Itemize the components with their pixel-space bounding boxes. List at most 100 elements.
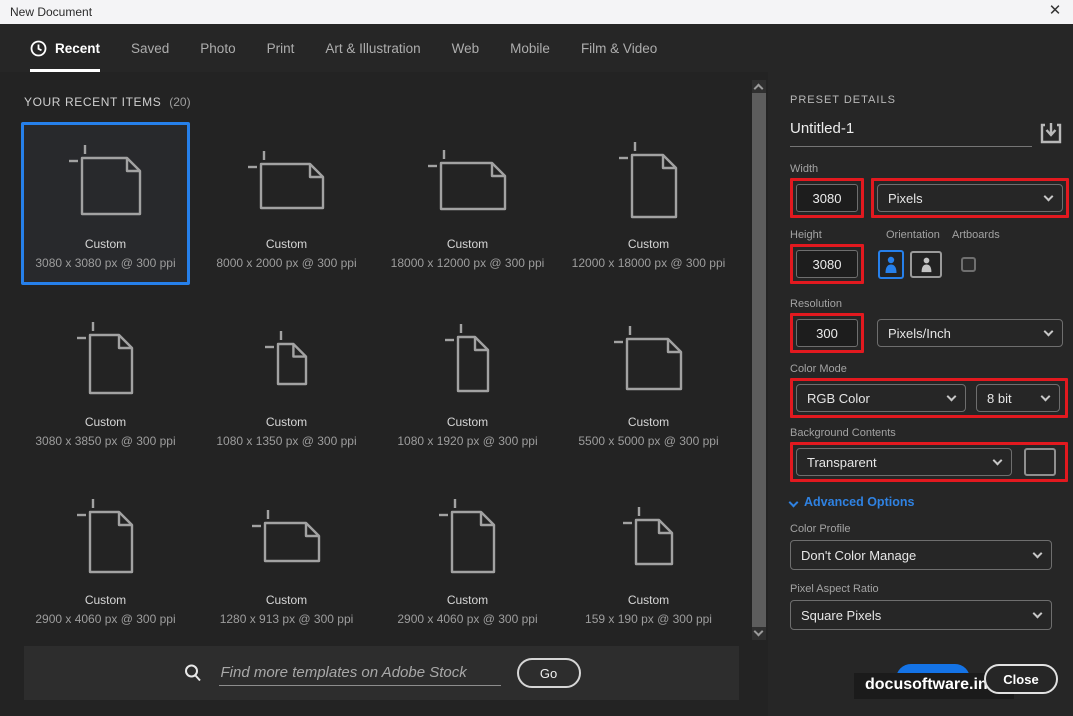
pixel-aspect-ratio-label: Pixel Aspect Ratio [790,583,879,595]
document-icon-wrap [386,125,549,237]
scroll-up-icon[interactable] [753,83,764,94]
recent-item-name: Custom [84,415,127,429]
recent-item-dimensions: 1080 x 1350 px @ 300 ppi [216,434,357,448]
document-icon [618,142,677,219]
recent-item[interactable]: Custom 3080 x 3850 px @ 300 ppi [21,300,190,463]
resolution-unit-dropdown[interactable]: Pixels/Inch [877,319,1063,347]
document-icon-wrap [24,303,187,415]
tab-label: Saved [131,40,170,56]
recent-item[interactable]: Custom 18000 x 12000 px @ 300 ppi [383,122,552,285]
recent-item-dimensions: 1080 x 1920 px @ 300 ppi [397,434,538,448]
tab-web[interactable]: Web [452,24,480,72]
recent-item-dimensions: 8000 x 2000 px @ 300 ppi [216,256,357,270]
recent-item[interactable]: Custom 1080 x 1920 px @ 300 ppi [383,300,552,463]
recent-item-name: Custom [265,237,308,251]
tab-recent[interactable]: Recent [30,24,101,72]
document-icon-wrap [205,481,368,593]
document-icon [613,326,682,391]
recent-item[interactable]: Custom 159 x 190 px @ 300 ppi [564,478,733,641]
recent-item-name: Custom [446,593,489,607]
width-input[interactable] [796,184,858,212]
preset-grid: Custom 3080 x 3080 px @ 300 ppi Custom 8000… [21,122,768,641]
color-profile-dropdown[interactable]: Don't Color Manage [790,540,1052,570]
recent-item-dimensions: 3080 x 3850 px @ 300 ppi [35,434,176,448]
adobe-stock-search-bar: Go [24,646,739,700]
recent-item-dimensions: 3080 x 3080 px @ 300 ppi [35,256,176,270]
height-input[interactable] [796,250,858,278]
chevron-down-icon [1040,391,1051,402]
stock-search-input[interactable] [218,660,501,686]
color-mode-dropdown[interactable]: RGB Color [796,384,966,412]
document-icon-wrap [24,125,187,237]
vertical-scrollbar[interactable] [752,80,766,640]
advanced-options-toggle[interactable]: Advanced Options [788,495,1073,509]
chevron-down-icon [788,497,799,507]
highlight-box: Pixels [871,178,1069,218]
recent-items-count: (20) [169,95,191,109]
document-icon-wrap [567,125,730,237]
recent-item[interactable]: Custom 1280 x 913 px @ 300 ppi [202,478,371,641]
chevron-down-icon [946,391,957,402]
chevron-down-icon [992,455,1003,466]
chevron-down-icon [1043,191,1054,202]
bit-depth-dropdown[interactable]: 8 bit [976,384,1060,412]
tab-saved[interactable]: Saved [131,24,169,72]
document-icon [68,145,141,216]
orientation-label: Orientation [886,229,940,241]
save-preset-icon[interactable] [1038,120,1064,146]
recent-item[interactable]: Custom 3080 x 3080 px @ 300 ppi [21,122,190,285]
document-icon [444,324,489,393]
window-close-icon[interactable]: ✕ [1047,3,1063,19]
recent-item[interactable]: Custom 1080 x 1350 px @ 300 ppi [202,300,371,463]
unit-dropdown[interactable]: Pixels [877,184,1063,212]
highlight-box [790,313,864,353]
document-icon-wrap [386,481,549,593]
new-document-dialog: New Document ✕ Recent Saved Photo Print Art … [0,0,1073,716]
scrollbar-thumb[interactable] [752,93,766,627]
document-icon-wrap [386,303,549,415]
chevron-down-icon [1032,548,1043,559]
recent-item-dimensions: 1280 x 913 px @ 300 ppi [219,612,354,626]
orientation-landscape-button[interactable] [910,250,942,278]
background-contents-dropdown[interactable]: Transparent [796,448,1012,476]
highlight-box: Transparent [790,442,1068,482]
recent-item[interactable]: Custom 2900 x 4060 px @ 300 ppi [21,478,190,641]
recent-item-dimensions: 159 x 190 px @ 300 ppi [585,612,712,626]
scroll-down-icon[interactable] [753,626,764,637]
recent-item[interactable]: Custom 12000 x 18000 px @ 300 ppi [564,122,733,285]
tab-label: Mobile [510,40,550,56]
tab-mobile[interactable]: Mobile [510,24,550,72]
pixel-aspect-ratio-dropdown[interactable]: Square Pixels [790,600,1052,630]
recent-item-name: Custom [446,415,489,429]
recent-item[interactable]: Custom 2900 x 4060 px @ 300 ppi [383,478,552,641]
document-name-field[interactable]: Untitled-1 [790,120,1032,147]
tab-art-illustration[interactable]: Art & Illustration [325,24,420,72]
recent-item-name: Custom [627,237,670,251]
recent-items-pane: YOUR RECENT ITEMS (20) Custom 3080 x 3080… [0,72,768,716]
close-button[interactable]: Close [984,664,1058,694]
tab-film-video[interactable]: Film & Video [581,24,657,72]
resolution-input[interactable] [796,319,858,347]
width-label: Width [790,163,819,175]
document-icon [438,499,495,574]
orientation-portrait-button[interactable] [878,249,904,279]
landscape-icon [921,257,931,272]
document-icon [251,510,320,563]
tab-print[interactable]: Print [267,24,295,72]
tab-label: Print [266,40,295,56]
preset-details-panel: PRESET DETAILS Untitled-1 Width 3080 Pix… [768,72,1073,716]
go-button[interactable]: Go [516,658,581,688]
resolution-label: Resolution [790,298,842,310]
clock-icon [30,40,47,56]
recent-item[interactable]: Custom 8000 x 2000 px @ 300 ppi [202,122,371,285]
background-color-swatch[interactable] [1024,448,1056,476]
highlight-box [790,244,864,284]
document-icon [76,499,133,574]
artboards-checkbox[interactable] [961,256,976,272]
document-icon-wrap [205,125,368,237]
tab-photo[interactable]: Photo [200,24,235,72]
preset-details-heading: PRESET DETAILS [790,94,896,106]
recent-items-heading: YOUR RECENT ITEMS (20) [24,95,191,109]
document-icon [76,322,133,395]
recent-item[interactable]: Custom 5500 x 5000 px @ 300 ppi [564,300,733,463]
